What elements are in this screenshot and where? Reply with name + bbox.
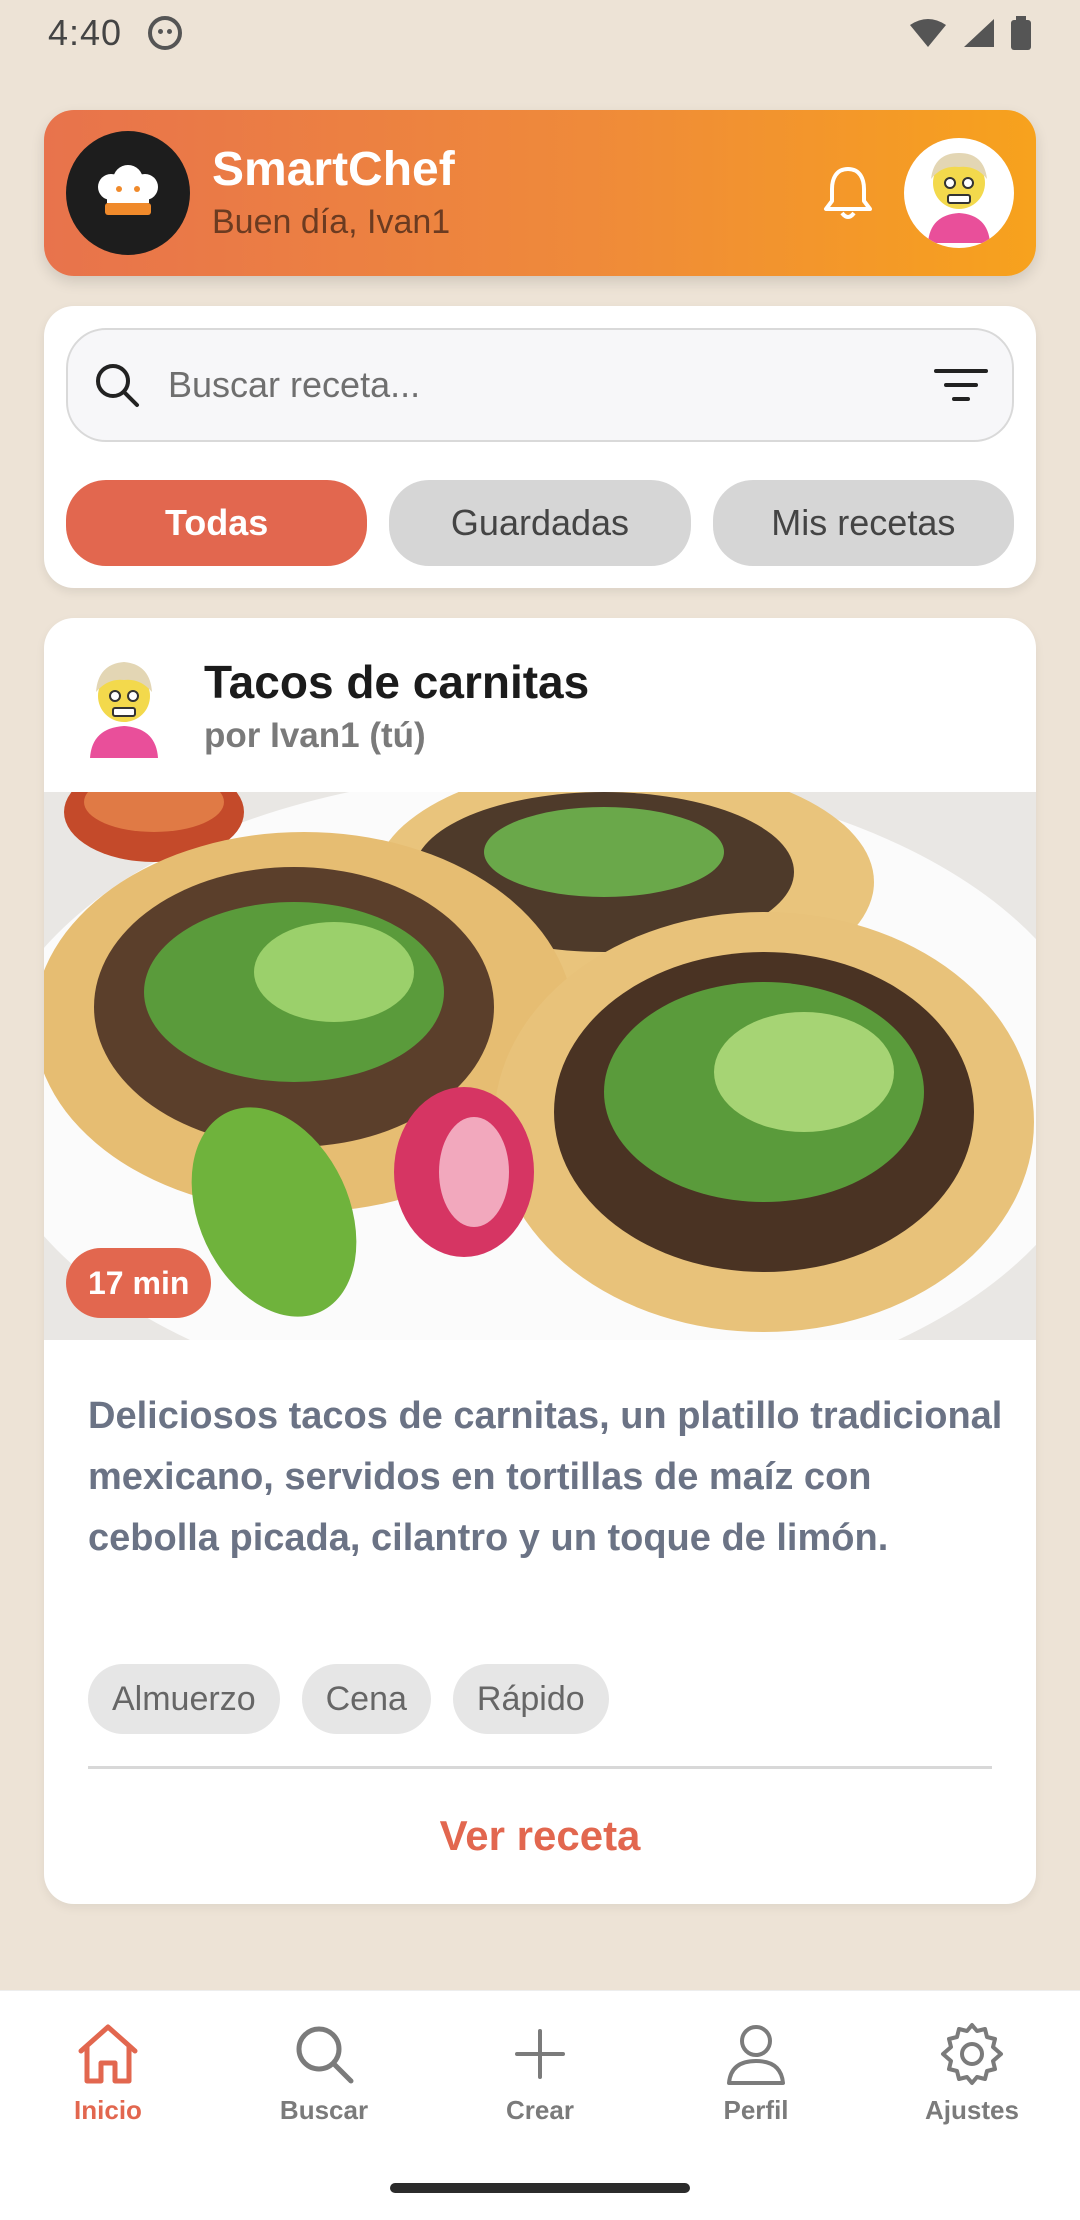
nav-label-crear: Crear	[506, 2095, 574, 2125]
status-icons	[908, 16, 1032, 50]
greeting-text: Buen día, Ivan1	[212, 203, 451, 241]
search-icon	[296, 2026, 354, 2084]
plus-icon	[515, 2029, 565, 2079]
tag-rapido: Rápido	[452, 1664, 609, 1734]
tab-guardadas[interactable]: Guardadas	[389, 480, 691, 566]
app-logo	[66, 131, 190, 255]
nav-inicio[interactable]: Inicio	[0, 2021, 216, 2151]
recipe-description: Deliciosos tacos de carnitas, un platill…	[88, 1395, 1003, 1559]
app-title: SmartChef	[212, 143, 455, 196]
search-icon	[96, 364, 139, 407]
nav-label-buscar: Buscar	[279, 2095, 369, 2125]
filter-icon[interactable]	[934, 365, 988, 405]
nav-buscar[interactable]: Buscar	[216, 2021, 432, 2151]
nav-label-inicio: Inicio	[74, 2095, 142, 2125]
signal-icon	[964, 19, 994, 47]
search-box[interactable]	[66, 328, 1014, 442]
tag-almuerzo: Almuerzo	[88, 1664, 280, 1734]
recipe-card[interactable]: Tacos de carnitas por Ivan1 (tú) 17 min …	[44, 618, 1036, 1904]
nav-label-perfil: Perfil	[723, 2095, 789, 2125]
user-avatar[interactable]	[904, 138, 1014, 248]
app-header: SmartChef Buen día, Ivan1	[44, 110, 1036, 276]
bell-icon[interactable]	[820, 163, 876, 223]
status-time: 4:40	[48, 12, 123, 53]
wifi-icon	[910, 19, 946, 47]
person-icon	[727, 2025, 785, 2085]
home-icon	[78, 2024, 138, 2084]
search-card: Todas Guardadas Mis recetas	[44, 306, 1036, 588]
notification-face-icon	[148, 16, 183, 50]
tab-mis-recetas[interactable]: Mis recetas	[712, 480, 1014, 566]
search-input[interactable]	[168, 364, 934, 406]
filter-tabs: Todas Guardadas Mis recetas	[66, 480, 1014, 566]
tag-cena: Cena	[301, 1664, 431, 1734]
avatar-image	[928, 153, 990, 243]
recipe-title: Tacos de carnitas	[204, 656, 590, 708]
nav-crear[interactable]: Crear	[432, 2021, 648, 2151]
time-badge: 17 min	[66, 1248, 212, 1318]
recipe-author: por Ivan1 (tú)	[204, 716, 426, 755]
author-avatar	[90, 662, 158, 758]
chef-hat-icon	[98, 165, 158, 215]
battery-icon	[1011, 16, 1031, 50]
nav-ajustes[interactable]: Ajustes	[864, 2021, 1080, 2151]
view-recipe-button[interactable]: Ver receta	[44, 1786, 1036, 1886]
recipe-tags: Almuerzo Cena Rápido	[88, 1664, 609, 1734]
bottom-navigation: Inicio Buscar Crear Perfil Ajustes	[0, 1990, 1080, 2220]
nav-label-ajustes: Ajustes	[925, 2095, 1019, 2125]
status-bar: 4:40	[0, 0, 1080, 66]
nav-perfil[interactable]: Perfil	[648, 2021, 864, 2151]
gear-icon	[941, 2023, 1003, 2085]
tab-todas[interactable]: Todas	[66, 480, 368, 566]
recipe-card-header: Tacos de carnitas por Ivan1 (tú)	[44, 618, 1036, 792]
card-divider	[88, 1766, 992, 1769]
home-indicator	[390, 2183, 690, 2193]
